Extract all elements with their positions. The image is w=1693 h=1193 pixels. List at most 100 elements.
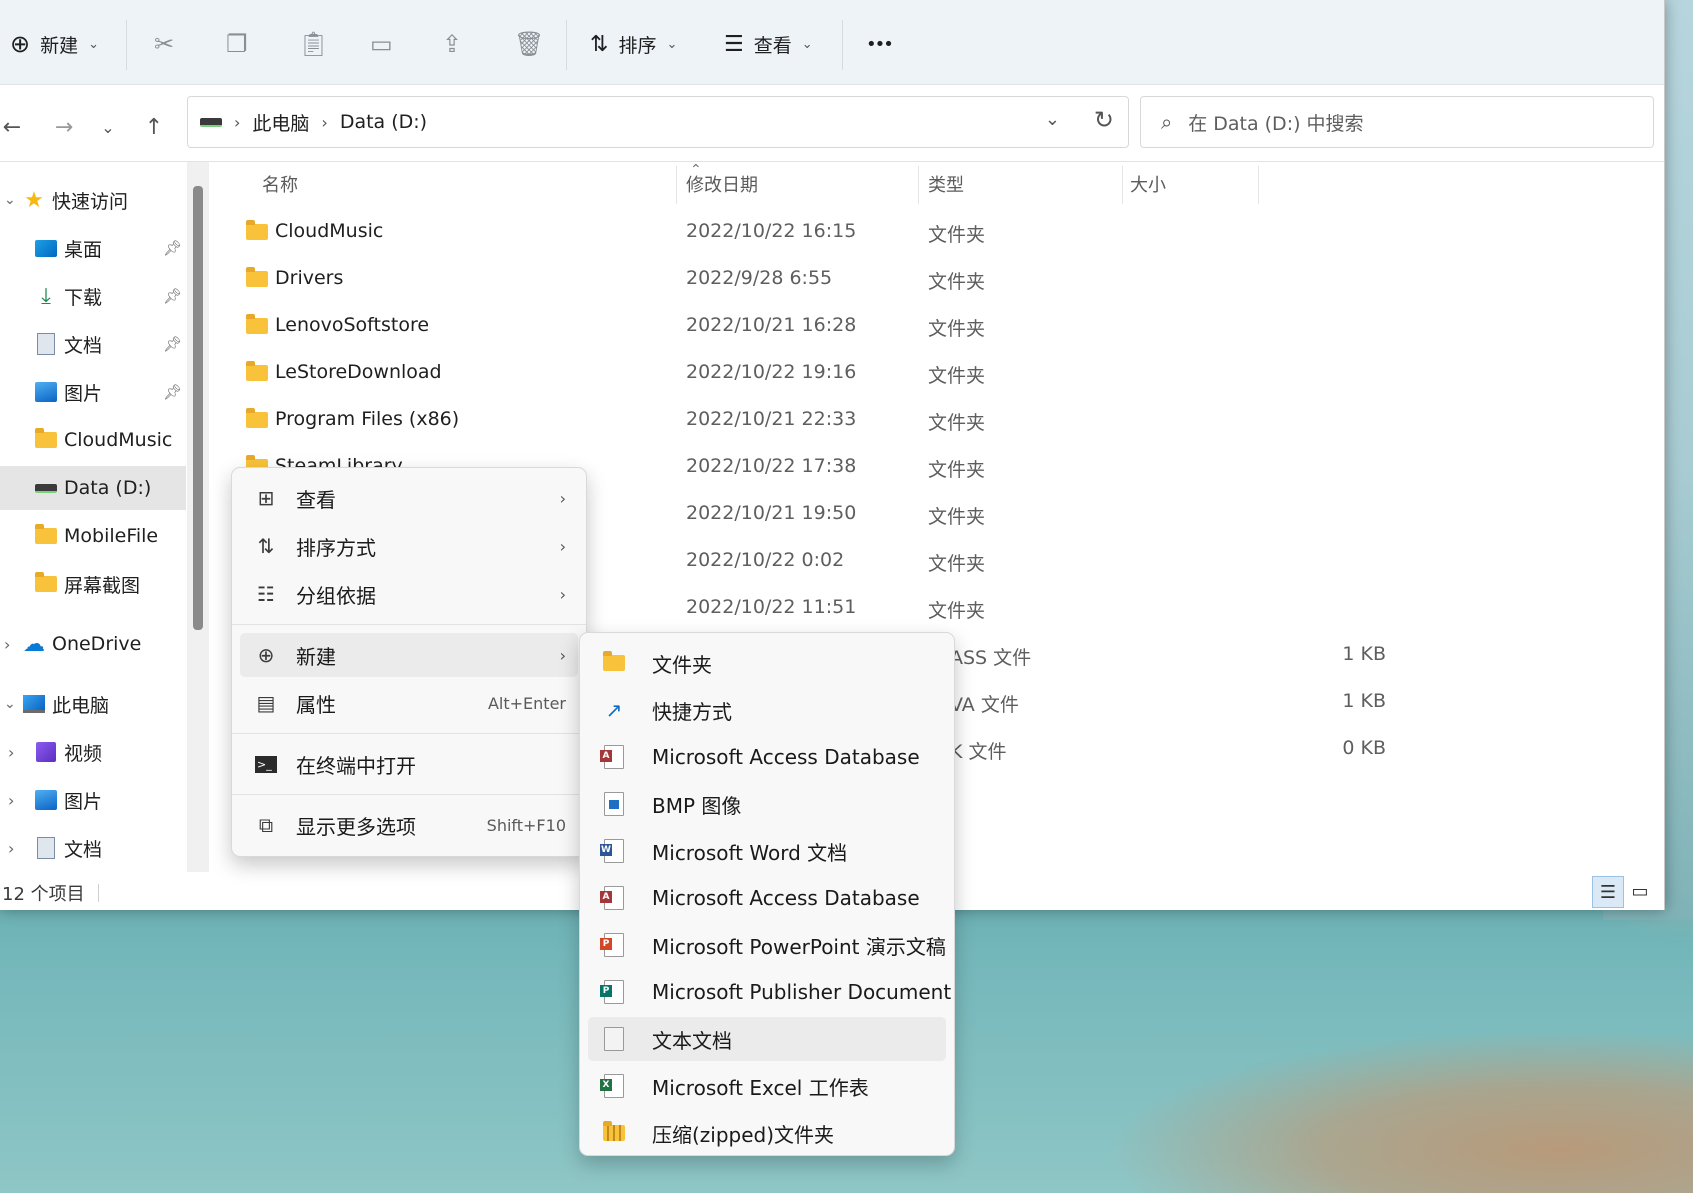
details-view-button[interactable]: ☰ [1592, 876, 1624, 908]
file-size: 1 KB [1342, 690, 1386, 712]
view-button[interactable]: ☰ 查看 ⌄ [724, 24, 813, 64]
sidebar-item-screenshots[interactable]: 屏幕截图 [0, 562, 186, 606]
sidebar-quick-access[interactable]: ⌄ ★ 快速访问 [0, 178, 186, 222]
pin-icon: 📌︎ [163, 239, 183, 257]
search-box[interactable]: ⌕ 在 Data (D:) 中搜索 [1140, 96, 1654, 148]
bmp-icon [600, 790, 628, 818]
sidebar-label: 快速访问 [52, 190, 129, 213]
menu-item-label: 排序方式 [296, 535, 376, 560]
address-bar[interactable]: › 此电脑 › Data (D:) ⌄ ↻ [187, 96, 1129, 148]
rename-button[interactable]: ▭ [370, 24, 393, 64]
file-date: 2022/10/22 11:51 [686, 596, 857, 618]
star-icon: ★ [24, 187, 44, 213]
file-date: 2022/9/28 6:55 [686, 267, 833, 289]
submenu-item-shortcut[interactable]: ↗ 快捷方式 [588, 688, 946, 732]
file-name: LeStoreDownload [275, 361, 442, 383]
folder-icon [34, 524, 58, 547]
paste-button[interactable]: 📋︎ [298, 24, 328, 64]
back-arrow-icon: ← [2, 114, 22, 140]
file-type: 文件夹 [928, 365, 986, 387]
column-name[interactable]: 名称 [262, 162, 298, 206]
sidebar-item-cloudmusic[interactable]: CloudMusic [0, 418, 186, 462]
menu-item-show-more-options[interactable]: ⧉ 显示更多选项 Shift+F10 [240, 803, 578, 847]
submenu-item-publisher[interactable]: P Microsoft Publisher Document [588, 970, 951, 1014]
submenu-item-zip-folder[interactable]: 压缩(zipped)文件夹 [588, 1111, 946, 1155]
file-row[interactable]: LenovoSoftstore 2022/10/21 16:28 文件夹 [230, 302, 1490, 349]
breadcrumb-this-pc[interactable]: 此电脑 [252, 109, 309, 136]
more-options-button[interactable]: ••• [866, 24, 894, 64]
menu-item-label: 属性 [296, 692, 336, 717]
file-row[interactable]: Program Files (x86) 2022/10/21 22:33 文件夹 [230, 396, 1490, 443]
delete-button[interactable]: 🗑︎ [514, 24, 544, 64]
context-menu: ⊞ 查看 › ⇅ 排序方式 › ☷ 分组依据 › ⊕ 新建 › ▤ 属性 Alt… [231, 467, 587, 857]
view-lines-icon: ☰ [724, 31, 744, 57]
refresh-icon[interactable]: ↻ [1094, 106, 1114, 134]
up-button[interactable]: ↑ [136, 109, 172, 145]
menu-item-label: Microsoft Excel 工作表 [652, 1075, 869, 1100]
submenu-item-access-database[interactable]: A Microsoft Access Database [588, 735, 946, 779]
plus-circle-icon: ⊕ [257, 643, 275, 667]
pictures-icon [34, 789, 58, 811]
file-row[interactable]: CloudMusic 2022/10/22 16:15 文件夹 [230, 208, 1490, 255]
address-history-chevron-icon[interactable]: ⌄ [1045, 109, 1060, 130]
menu-item-label: 查看 [296, 487, 336, 512]
paste-icon: 📋︎ [298, 30, 329, 58]
submenu-item-word-document[interactable]: W Microsoft Word 文档 [588, 829, 946, 873]
sidebar-item-documents[interactable]: 文档 📌︎ [0, 322, 186, 366]
sidebar-onedrive[interactable]: › ☁ OneDrive [0, 622, 186, 666]
chevron-right-icon: › [559, 536, 566, 556]
sidebar-item-videos[interactable]: › 视频 [0, 730, 186, 774]
chevron-right-icon: › [559, 488, 566, 508]
submenu-item-access-database-2[interactable]: A Microsoft Access Database [588, 876, 946, 920]
navigation-bar: ← → ⌄ ↑ › 此电脑 › Data (D:) ⌄ ↻ ⌕ 在 Data (… [0, 85, 1664, 162]
menu-item-sort-by[interactable]: ⇅ 排序方式 › [240, 524, 578, 568]
menu-item-new[interactable]: ⊕ 新建 › [240, 633, 578, 677]
copy-button[interactable]: ❐ [226, 24, 248, 64]
file-date: 2022/10/22 0:02 [686, 549, 845, 571]
document-icon [34, 837, 58, 859]
sidebar-item-pc-pictures[interactable]: › 图片 [0, 778, 186, 822]
submenu-item-powerpoint[interactable]: P Microsoft PowerPoint 演示文稿 [588, 923, 946, 967]
column-size[interactable]: 大小 [1130, 162, 1166, 206]
cut-button[interactable]: ✂ [154, 24, 174, 64]
forward-button[interactable]: → [46, 109, 82, 145]
properties-icon: ▤ [256, 691, 276, 715]
folder-icon [600, 649, 628, 677]
chevron-right-icon: › [559, 584, 566, 604]
sidebar-item-pc-documents[interactable]: › 文档 [0, 826, 186, 870]
file-type: 文件夹 [928, 600, 986, 622]
terminal-icon: >_ [252, 750, 280, 778]
share-button[interactable]: ⇪ [442, 24, 462, 64]
menu-item-open-in-terminal[interactable]: >_ 在终端中打开 [240, 742, 578, 786]
sidebar-item-desktop[interactable]: 桌面 📌︎ [0, 226, 186, 270]
menu-item-label: Microsoft Word 文档 [652, 840, 848, 865]
sidebar-item-pictures[interactable]: 图片 📌︎ [0, 370, 186, 414]
file-type: 文件夹 [928, 224, 986, 246]
menu-item-group-by[interactable]: ☷ 分组依据 › [240, 572, 578, 616]
sort-button[interactable]: ⇅ 排序 ⌄ [590, 24, 677, 64]
sidebar-this-pc[interactable]: ⌄ 此电脑 [0, 682, 186, 726]
sidebar-item-mobilefile[interactable]: MobileFile [0, 514, 186, 558]
breadcrumb-data-drive[interactable]: Data (D:) [340, 111, 427, 133]
submenu-item-folder[interactable]: 文件夹 [588, 641, 946, 685]
menu-item-properties[interactable]: ▤ 属性 Alt+Enter [240, 681, 578, 725]
word-icon: W [600, 837, 628, 865]
submenu-item-text-document[interactable]: 文本文档 [588, 1017, 946, 1061]
sidebar-scrollbar-thumb[interactable] [193, 186, 203, 630]
submenu-item-excel[interactable]: X Microsoft Excel 工作表 [588, 1064, 946, 1108]
column-date[interactable]: 修改日期 [686, 162, 758, 206]
recent-locations-button[interactable]: ⌄ [90, 109, 126, 145]
file-row[interactable]: Drivers 2022/9/28 6:55 文件夹 [230, 255, 1490, 302]
computer-icon [22, 693, 46, 715]
submenu-item-bmp-image[interactable]: BMP 图像 [588, 782, 946, 826]
sidebar-item-downloads[interactable]: ⤓ 下载 📌︎ [0, 274, 186, 318]
menu-item-view[interactable]: ⊞ 查看 › [240, 476, 578, 520]
tiles-view-button[interactable]: ▭ [1625, 876, 1655, 906]
sidebar-item-data-drive[interactable]: Data (D:) [0, 466, 186, 510]
new-button[interactable]: ⊕ 新建 ⌄ [10, 24, 99, 64]
video-icon [34, 741, 58, 763]
column-type[interactable]: 类型 [928, 162, 964, 206]
file-row[interactable]: LeStoreDownload 2022/10/22 19:16 文件夹 [230, 349, 1490, 396]
sidebar-label: 文档 [64, 838, 103, 861]
back-button[interactable]: ← [0, 109, 30, 145]
